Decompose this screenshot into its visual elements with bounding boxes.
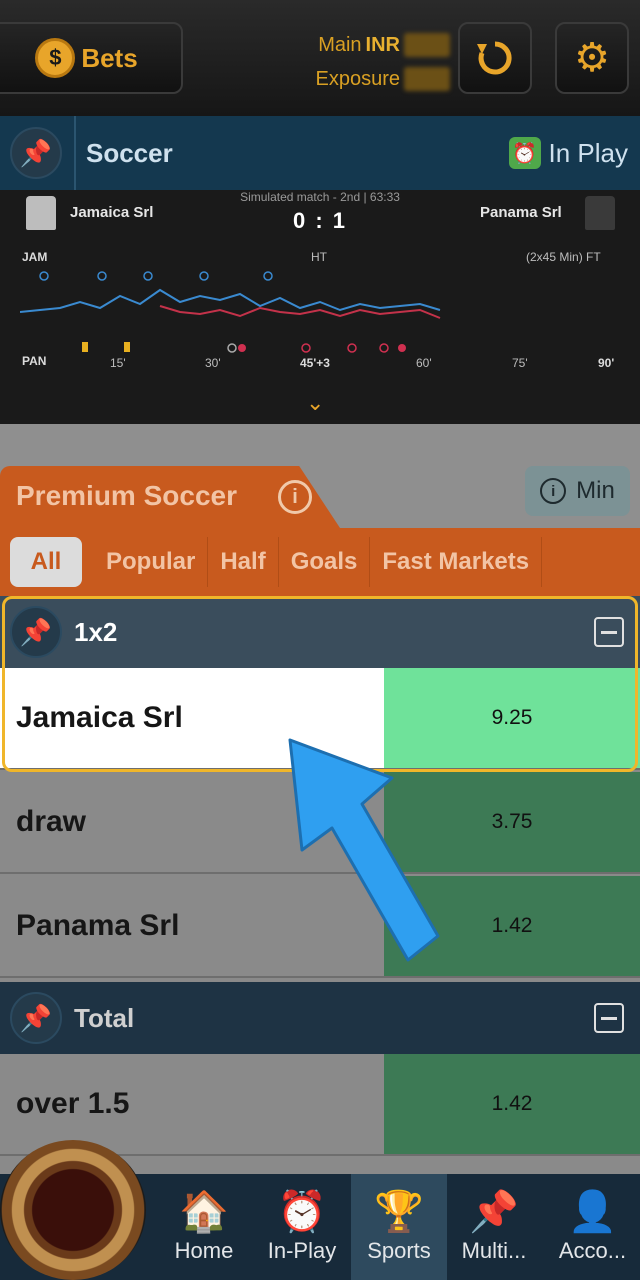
home-icon: 🏠: [179, 1190, 229, 1234]
user-icon: 👤: [567, 1190, 618, 1234]
momentum-graph: [20, 271, 441, 353]
min-label: Min: [576, 477, 615, 504]
away-shirt-icon: [585, 196, 615, 230]
market-title: 1x2: [74, 616, 118, 647]
nav-label: Multi...: [461, 1238, 527, 1263]
selection-row[interactable]: over 1.5 1.42: [0, 1054, 640, 1156]
nav-in-play[interactable]: ⏰ In-Play: [256, 1174, 348, 1280]
away-team-name: Panama Srl: [480, 204, 562, 221]
tick-30: 30': [205, 356, 221, 370]
refresh-icon: [477, 41, 512, 75]
pin-icon: 📌: [19, 1002, 53, 1033]
nav-label: In-Play: [267, 1238, 337, 1263]
premium-title: Premium Soccer: [16, 480, 237, 511]
pin-button[interactable]: 📌: [10, 606, 62, 658]
odds-button[interactable]: 1.42: [384, 876, 640, 976]
ht-label: HT: [311, 250, 327, 264]
nav-label: Acco...: [558, 1238, 627, 1263]
exposure-value-hidden: [404, 67, 450, 91]
ft-label: (2x45 Min) FT: [526, 250, 601, 264]
tab-all[interactable]: All: [10, 537, 82, 587]
info-icon: i: [540, 478, 567, 504]
home-abbr: JAM: [22, 250, 48, 264]
pin-button[interactable]: 📌: [10, 127, 62, 179]
tab-fast-markets[interactable]: Fast Markets: [370, 537, 543, 587]
minimize-button[interactable]: i Min: [525, 466, 630, 516]
pin-icon: 📌: [19, 616, 53, 647]
spacer: [0, 424, 640, 466]
pin-button[interactable]: 📌: [10, 992, 62, 1044]
tab-popular[interactable]: Popular: [94, 537, 209, 587]
gear-icon: ⚙: [574, 36, 610, 80]
selection-name: Jamaica Srl: [0, 668, 384, 768]
pin-icon: 📌: [19, 137, 53, 168]
market-header-1x2[interactable]: 📌 1x2: [0, 596, 640, 668]
refresh-button[interactable]: [458, 22, 532, 94]
trophy-icon: 🏆: [374, 1190, 424, 1234]
bets-button[interactable]: $ Bets: [0, 22, 183, 94]
selection-row[interactable]: Jamaica Srl 9.25: [0, 668, 640, 770]
alarm-clock-icon: ⏰: [277, 1190, 327, 1234]
bets-label: Bets: [81, 42, 138, 73]
filter-tabs: All Popular Half Goals Fast Markets: [0, 528, 640, 596]
selection-name: over 1.5: [0, 1054, 384, 1154]
divider: [74, 116, 76, 190]
tick-45: 45'+3: [300, 356, 330, 370]
main-currency: INR: [365, 33, 400, 56]
tick-75: 75': [512, 356, 528, 370]
market-header-total[interactable]: 📌 Total: [0, 982, 640, 1054]
tick-60: 60': [416, 356, 432, 370]
odds-button[interactable]: 9.25: [384, 668, 640, 768]
minus-icon: [601, 1016, 617, 1020]
sport-title: Soccer: [86, 137, 173, 168]
nav-sports[interactable]: 🏆 Sports: [351, 1174, 447, 1280]
main-balance-label: Main: [318, 33, 362, 56]
nav-account[interactable]: 👤 Acco...: [545, 1174, 640, 1280]
market-title: Total: [74, 1002, 135, 1033]
tick-15: 15': [110, 356, 126, 370]
alarm-clock-icon: ⏰: [508, 137, 541, 169]
odds-button[interactable]: 1.42: [384, 1054, 640, 1154]
tab-half[interactable]: Half: [208, 537, 279, 587]
main-balance-value-hidden: [404, 33, 450, 57]
in-play-label: In Play: [548, 137, 629, 168]
exposure-label: Exposure: [315, 67, 401, 90]
premium-header: Premium Soccer i i Min: [0, 466, 640, 528]
away-abbr: PAN: [22, 354, 47, 368]
nav-home[interactable]: 🏠 Home: [158, 1174, 250, 1280]
event-header: 📌 Soccer ⏰ In Play: [0, 116, 640, 190]
in-play-status: ⏰ In Play: [508, 137, 629, 169]
collapse-button[interactable]: [594, 1003, 624, 1033]
nav-multi[interactable]: 📌 Multi...: [450, 1174, 538, 1280]
pin-icon: 📌: [469, 1190, 519, 1234]
top-header: $ Bets Main INR Exposure ⚙: [0, 0, 640, 116]
tick-90: 90': [598, 356, 615, 370]
balance-panel: Main INR Exposure: [300, 28, 450, 96]
expand-chevron-icon[interactable]: ⌄: [306, 390, 324, 416]
collapse-button[interactable]: [594, 617, 624, 647]
match-info: Simulated match - 2nd | 63:33: [240, 190, 400, 204]
dollar-coin-icon: $: [35, 38, 76, 78]
odds-button[interactable]: 3.75: [384, 772, 640, 872]
selection-name: draw: [0, 772, 384, 872]
settings-button[interactable]: ⚙: [555, 22, 629, 94]
info-icon[interactable]: i: [278, 480, 312, 514]
tab-goals[interactable]: Goals: [279, 537, 371, 587]
selection-row[interactable]: Panama Srl 1.42: [0, 876, 640, 978]
selection-name: Panama Srl: [0, 876, 384, 976]
casino-chip-button[interactable]: [0, 1140, 146, 1280]
selection-row[interactable]: draw 3.75: [0, 772, 640, 874]
minus-icon: [601, 630, 617, 634]
nav-label: Home: [174, 1238, 234, 1263]
match-tracker: Jamaica Srl Simulated match - 2nd | 63:3…: [0, 190, 640, 424]
nav-label: Sports: [367, 1238, 431, 1263]
